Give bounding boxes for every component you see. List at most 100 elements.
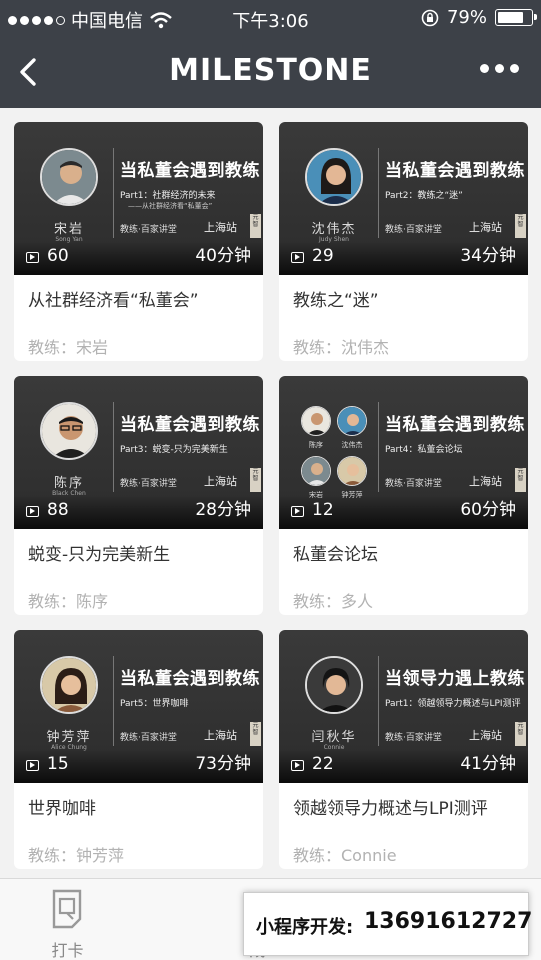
speaker-avatar xyxy=(301,406,331,436)
banner-title: 当私董会遇到教练 xyxy=(120,415,260,435)
course-banner: 沈伟杰 Judy Shen 当私董会遇到教练 Part2：教练之“迷” 教练·百… xyxy=(279,122,528,275)
speaker-avatar xyxy=(301,456,331,486)
course-title: 领越领导力概述与LPI测评 xyxy=(293,799,488,819)
banner-title: 当私董会遇到教练 xyxy=(385,161,525,181)
seal-stamp: 元智 xyxy=(515,722,526,746)
banner-part: Part4：私董会论坛 xyxy=(385,445,463,455)
speaker-avatar xyxy=(40,402,98,460)
banner-title: 当私董会遇到教练 xyxy=(120,669,260,689)
nav-bar: MILESTONE xyxy=(0,36,541,108)
play-count: 88 xyxy=(47,500,69,520)
venue-logo: 上海站 xyxy=(204,729,237,742)
organizer-logo: 教练·百家讲堂 xyxy=(120,479,177,489)
page-title: MILESTONE xyxy=(169,53,372,88)
play-icon xyxy=(26,506,39,517)
play-icon xyxy=(291,506,304,517)
speaker-name: 闫秋华 xyxy=(311,730,357,745)
speaker-avatar xyxy=(40,148,98,206)
course-banner: 陈序 沈伟杰 宋岩 钟芳萍 当私董会遇到教练 Part4：私董会论坛 教练·百家… xyxy=(279,376,528,529)
more-icon[interactable] xyxy=(480,64,519,73)
course-banner: 陈序 Black Chen 当私董会遇到教练 Part3：蜕变-只为完美新生 教… xyxy=(14,376,263,529)
course-teacher: 教练：沈伟杰 xyxy=(293,338,390,357)
speaker-avatar xyxy=(305,148,363,206)
speaker-avatar xyxy=(305,656,363,714)
speaker-name: 陈序 xyxy=(309,441,323,449)
play-count: 60 xyxy=(47,246,69,266)
overlay-label: 小程序开发: xyxy=(256,917,354,938)
seal-stamp: 元智 xyxy=(515,468,526,492)
play-icon xyxy=(26,760,39,771)
organizer-logo: 教练·百家讲堂 xyxy=(385,479,442,489)
course-banner: 钟芳萍 Alice Chung 当私董会遇到教练 Part5：世界咖啡 教练·百… xyxy=(14,630,263,783)
course-title: 世界咖啡 xyxy=(28,799,96,819)
course-teacher: 教练：钟芳萍 xyxy=(28,846,125,865)
banner-part: Part5：世界咖啡 xyxy=(120,699,189,709)
course-card[interactable]: 钟芳萍 Alice Chung 当私董会遇到教练 Part5：世界咖啡 教练·百… xyxy=(14,630,263,869)
course-duration: 73分钟 xyxy=(195,754,251,774)
organizer-logo: 教练·百家讲堂 xyxy=(120,733,177,743)
seal-stamp: 元智 xyxy=(515,214,526,238)
battery-percent: 79% xyxy=(446,7,487,28)
play-count: 22 xyxy=(312,754,334,774)
banner-part: Part2：教练之“迷” xyxy=(385,191,463,201)
play-count: 12 xyxy=(312,500,334,520)
venue-logo: 上海站 xyxy=(204,221,237,234)
play-count: 15 xyxy=(47,754,69,774)
divider xyxy=(378,402,379,492)
course-title: 私董会论坛 xyxy=(293,545,378,565)
course-duration: 40分钟 xyxy=(195,246,251,266)
play-icon xyxy=(291,252,304,263)
speaker-name: 沈伟杰 xyxy=(341,441,363,449)
banner-part: Part1：领越领导力概述与LPI测评 xyxy=(385,699,521,709)
venue-logo: 上海站 xyxy=(204,475,237,488)
course-card[interactable]: 陈序 Black Chen 当私董会遇到教练 Part3：蜕变-只为完美新生 教… xyxy=(14,376,263,615)
orientation-lock-icon xyxy=(421,9,439,26)
divider xyxy=(378,656,379,746)
speaker-name: 沈伟杰 xyxy=(311,222,357,237)
speaker-name: 陈序 xyxy=(53,476,84,491)
banner-subtitle: ——从社群经济看“私董会” xyxy=(128,202,213,210)
banner-part: Part1：社群经济的未来 xyxy=(120,191,216,201)
seal-stamp: 元智 xyxy=(250,468,261,492)
course-title: 从社群经济看“私董会” xyxy=(28,291,199,311)
banner-title: 当私董会遇到教练 xyxy=(385,415,525,435)
play-icon xyxy=(291,760,304,771)
course-card[interactable]: 宋岩 Song Yan 当私董会遇到教练 Part1：社群经济的未来 ——从社群… xyxy=(14,122,263,361)
course-card[interactable]: 沈伟杰 Judy Shen 当私董会遇到教练 Part2：教练之“迷” 教练·百… xyxy=(279,122,528,361)
seal-stamp: 元智 xyxy=(250,722,261,746)
battery-icon xyxy=(495,9,537,26)
banner-part: Part3：蜕变-只为完美新生 xyxy=(120,445,228,455)
promo-overlay: 小程序开发: 13691612727 xyxy=(243,892,533,956)
course-card[interactable]: 陈序 沈伟杰 宋岩 钟芳萍 当私董会遇到教练 Part4：私董会论坛 教练·百家… xyxy=(279,376,528,615)
speaker-name: 钟芳萍 xyxy=(46,730,92,745)
organizer-logo: 教练·百家讲堂 xyxy=(385,733,442,743)
course-title: 蜕变-只为完美新生 xyxy=(28,545,171,565)
course-duration: 34分钟 xyxy=(460,246,516,266)
speaker-name: 宋岩 xyxy=(53,222,84,237)
speaker-avatar xyxy=(337,456,367,486)
course-duration: 28分钟 xyxy=(195,500,251,520)
organizer-logo: 教练·百家讲堂 xyxy=(385,225,442,235)
course-teacher: 教练：多人 xyxy=(293,592,374,611)
divider xyxy=(378,148,379,238)
course-duration: 60分钟 xyxy=(460,500,516,520)
course-banner: 宋岩 Song Yan 当私董会遇到教练 Part1：社群经济的未来 ——从社群… xyxy=(14,122,263,275)
organizer-logo: 教练·百家讲堂 xyxy=(120,225,177,235)
tab-checkin[interactable]: 打卡 xyxy=(0,879,135,960)
speaker-avatar xyxy=(40,656,98,714)
tab-label: 打卡 xyxy=(51,941,84,960)
course-duration: 41分钟 xyxy=(460,754,516,774)
play-count: 29 xyxy=(312,246,334,266)
divider xyxy=(113,656,114,746)
divider xyxy=(113,402,114,492)
course-card[interactable]: 闫秋华 Connie 当领导力遇上教练 Part1：领越领导力概述与LPI测评 … xyxy=(279,630,528,869)
speaker-avatar xyxy=(337,406,367,436)
checkin-icon xyxy=(52,889,82,929)
venue-logo: 上海站 xyxy=(469,729,502,742)
divider xyxy=(113,148,114,238)
course-banner: 闫秋华 Connie 当领导力遇上教练 Part1：领越领导力概述与LPI测评 … xyxy=(279,630,528,783)
course-teacher: 教练：Connie xyxy=(293,846,397,865)
seal-stamp: 元智 xyxy=(250,214,261,238)
course-teacher: 教练：宋岩 xyxy=(28,338,109,357)
overlay-phone: 13691612727 xyxy=(364,909,533,934)
